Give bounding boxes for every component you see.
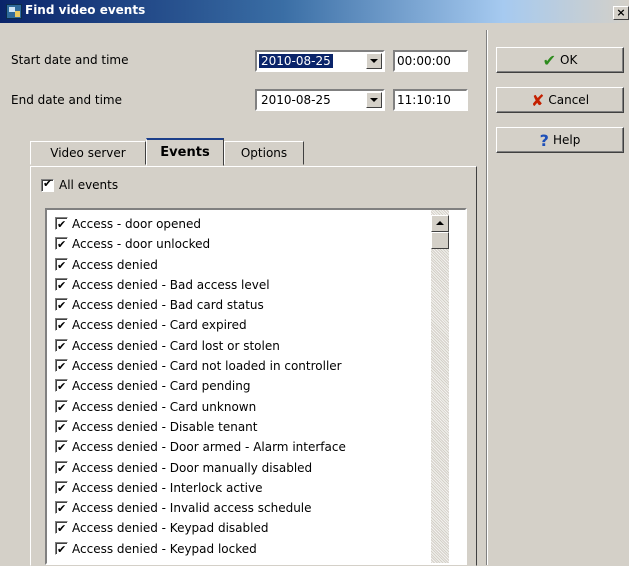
scroll-up-icon[interactable] bbox=[431, 215, 449, 232]
event-checkbox[interactable] bbox=[55, 540, 68, 560]
event-label: Access denied - Invalid access schedule bbox=[72, 501, 312, 516]
end-date-value: 2010-08-25 bbox=[261, 93, 331, 107]
event-checkbox[interactable] bbox=[55, 519, 68, 539]
tab-options[interactable]: Options bbox=[224, 141, 304, 165]
event-checkbox[interactable] bbox=[55, 235, 68, 255]
tab-video-server[interactable]: Video server bbox=[30, 141, 146, 165]
event-label: Access denied - Interlock active bbox=[72, 480, 263, 495]
all-events-check[interactable] bbox=[41, 177, 54, 192]
scroll-thumb[interactable] bbox=[431, 232, 449, 249]
all-events-checkbox[interactable]: All events bbox=[41, 177, 119, 192]
event-checkbox[interactable] bbox=[55, 459, 68, 479]
list-item[interactable]: Access denied - Keypad locked bbox=[55, 539, 346, 560]
list-item[interactable]: Access denied - Card lost or stolen bbox=[55, 336, 346, 357]
start-time-field[interactable]: 00:00:00 bbox=[393, 50, 468, 72]
help-button-label: Help bbox=[552, 133, 581, 147]
ok-button-label: OK bbox=[560, 53, 578, 67]
event-checkbox[interactable] bbox=[55, 438, 68, 458]
end-date-label: End date and time bbox=[11, 93, 122, 107]
chevron-down-icon[interactable] bbox=[366, 53, 382, 69]
event-label: Access - door unlocked bbox=[72, 237, 211, 252]
event-checkbox[interactable] bbox=[55, 316, 68, 336]
cancel-button[interactable]: ✘ Cancel bbox=[496, 87, 624, 113]
event-checkbox[interactable] bbox=[55, 398, 68, 418]
title-bar: Find video events × bbox=[0, 0, 629, 23]
event-checkbox[interactable] bbox=[55, 256, 68, 276]
list-item[interactable]: Access denied - Invalid access schedule bbox=[55, 498, 346, 519]
list-item[interactable]: Access denied - Door manually disabled bbox=[55, 458, 346, 479]
event-label: Access denied - Door manually disabled bbox=[72, 460, 313, 475]
event-checkbox[interactable] bbox=[55, 276, 68, 296]
event-checkbox[interactable] bbox=[55, 479, 68, 499]
list-item[interactable]: Access denied - Interlock active bbox=[55, 478, 346, 499]
check-icon: ✔ bbox=[542, 50, 557, 70]
event-label: Access denied - Card lost or stolen bbox=[72, 338, 280, 353]
all-events-label: All events bbox=[59, 178, 119, 192]
close-button[interactable]: × bbox=[613, 6, 629, 20]
ok-button[interactable]: ✔ OK bbox=[496, 47, 624, 73]
event-checkbox[interactable] bbox=[55, 296, 68, 316]
question-icon: ? bbox=[539, 130, 549, 150]
start-date-combo[interactable]: 2010-08-25 bbox=[255, 50, 385, 72]
list-item[interactable]: Access denied - Disable tenant bbox=[55, 417, 346, 438]
list-item[interactable]: Access denied - Card not loaded in contr… bbox=[55, 356, 346, 377]
event-checkbox[interactable] bbox=[55, 418, 68, 438]
list-item[interactable]: Access denied - Card expired bbox=[55, 315, 346, 336]
list-item[interactable]: Access denied - Keypad disabled bbox=[55, 518, 346, 539]
list-item[interactable]: Access denied - Card pending bbox=[55, 376, 346, 397]
help-button[interactable]: ? Help bbox=[496, 127, 624, 153]
list-item[interactable]: Access denied - Bad access level bbox=[55, 275, 346, 296]
tab-events[interactable]: Events bbox=[146, 138, 224, 166]
list-item[interactable]: Access - door opened bbox=[55, 214, 346, 235]
list-item[interactable]: Access denied - Door armed - Alarm inter… bbox=[55, 437, 346, 458]
event-label: Access denied - Card expired bbox=[72, 318, 247, 333]
list-item[interactable]: Access denied - Bad card status bbox=[55, 295, 346, 316]
end-date-combo[interactable]: 2010-08-25 bbox=[255, 89, 385, 111]
event-label: Access denied - Bad access level bbox=[72, 277, 270, 292]
event-label: Access denied - Keypad disabled bbox=[72, 521, 269, 536]
list-item[interactable]: Access denied bbox=[55, 255, 346, 276]
event-label: Access denied - Card not loaded in contr… bbox=[72, 359, 342, 374]
event-checkbox[interactable] bbox=[55, 357, 68, 377]
end-time-field[interactable]: 11:10:10 bbox=[393, 89, 468, 111]
event-checkbox[interactable] bbox=[55, 499, 68, 519]
event-label: Access denied - Door armed - Alarm inter… bbox=[72, 440, 346, 455]
event-checkbox[interactable] bbox=[55, 215, 68, 235]
event-label: Access denied - Disable tenant bbox=[72, 419, 258, 434]
start-date-label: Start date and time bbox=[11, 53, 129, 67]
vertical-divider bbox=[486, 30, 488, 565]
window-title: Find video events bbox=[25, 3, 146, 17]
event-label: Access denied bbox=[72, 257, 158, 272]
cancel-button-label: Cancel bbox=[548, 93, 590, 107]
event-label: Access denied - Card unknown bbox=[72, 399, 257, 414]
event-label: Access denied - Card pending bbox=[72, 379, 251, 394]
app-icon bbox=[6, 4, 22, 19]
list-item[interactable]: Access - door unlocked bbox=[55, 234, 346, 255]
event-label: Access - door opened bbox=[72, 217, 202, 231]
event-items: Access - door opened Access - door unlock… bbox=[55, 214, 346, 560]
event-checkbox[interactable] bbox=[55, 377, 68, 397]
start-date-value: 2010-08-25 bbox=[259, 54, 333, 68]
chevron-down-icon[interactable] bbox=[366, 92, 382, 108]
event-label: Access denied - Bad card status bbox=[72, 298, 264, 313]
event-checkbox[interactable] bbox=[55, 337, 68, 357]
scrollbar[interactable] bbox=[431, 210, 449, 563]
events-list[interactable]: Access - door opened Access - door unlock… bbox=[45, 208, 467, 565]
list-item[interactable]: Access denied - Card unknown bbox=[55, 397, 346, 418]
x-icon: ✘ bbox=[530, 90, 545, 110]
event-label: Access denied - Keypad locked bbox=[72, 541, 257, 556]
